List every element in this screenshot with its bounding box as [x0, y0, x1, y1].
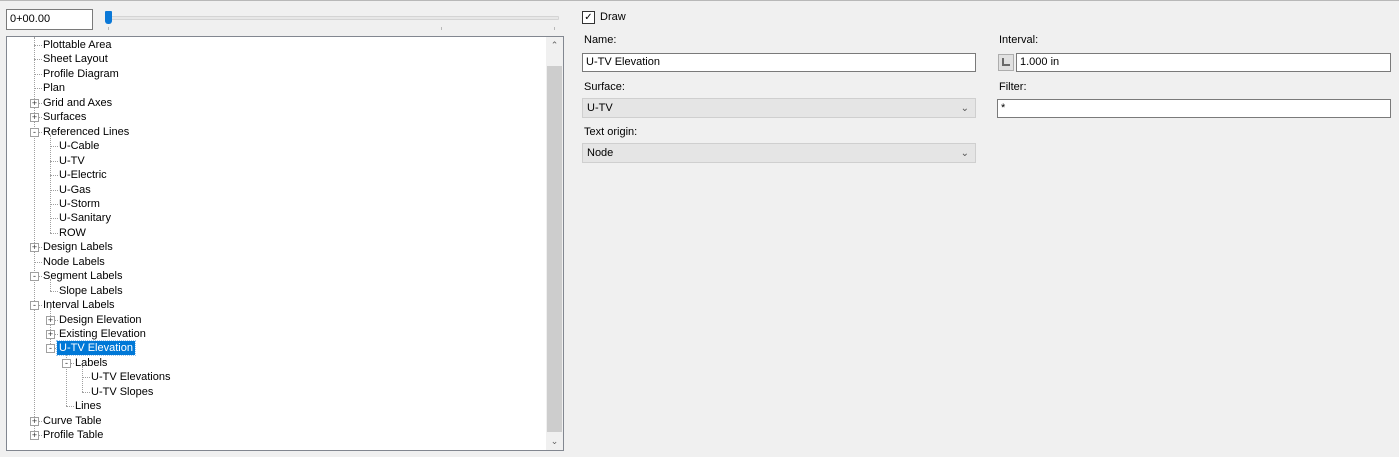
tree-item-label: Labels — [75, 356, 108, 369]
name-label: Name: — [584, 34, 617, 46]
tree-item-label: ROW — [59, 226, 86, 239]
expand-icon[interactable]: + — [30, 243, 39, 253]
tree-item[interactable]: Plan — [41, 81, 67, 95]
tree-item[interactable]: Node Labels — [41, 255, 107, 269]
text-origin-dropdown[interactable]: Node ⌄ — [582, 143, 976, 163]
tree-item[interactable]: Sheet Layout — [41, 52, 110, 66]
collapse-icon[interactable]: - — [46, 344, 55, 354]
tree-item[interactable]: U-Cable — [57, 139, 101, 153]
scrollbar-thumb[interactable] — [547, 66, 562, 432]
tree-item[interactable]: Design Elevation — [57, 313, 144, 327]
tree-item-label: U-Sanitary — [59, 212, 111, 225]
tree-item-label: Node Labels — [43, 255, 105, 268]
tree-item-label: Interval Labels — [43, 299, 115, 312]
surface-label: Surface: — [584, 81, 625, 93]
tree-item-label: U-Storm — [59, 197, 100, 210]
collapse-icon[interactable]: - — [30, 127, 39, 137]
tree-item[interactable]: Interval Labels — [41, 298, 117, 312]
interval-units-button[interactable] — [998, 54, 1014, 71]
tree-item-label: Design Labels — [43, 241, 113, 254]
slider-tick — [108, 27, 109, 30]
tree-item-label: Design Elevation — [59, 313, 142, 326]
slider-tick — [554, 27, 555, 30]
scroll-up-arrow-icon[interactable]: ⌃ — [546, 37, 563, 54]
expand-icon[interactable]: + — [30, 416, 39, 426]
tree-item[interactable]: Profile Table — [41, 428, 105, 442]
tree-item-label: U-TV Slopes — [91, 385, 154, 398]
tree-item-label: U-Cable — [59, 140, 100, 153]
tree-item-label: Profile Diagram — [43, 67, 119, 80]
station-slider-thumb[interactable] — [105, 11, 112, 24]
text-origin-label: Text origin: — [584, 126, 638, 138]
filter-label: Filter: — [999, 81, 1027, 93]
tree-item[interactable]: U-TV Elevations — [89, 370, 172, 384]
tree-item[interactable]: Design Labels — [41, 240, 115, 254]
station-input[interactable]: 0+00.00 — [6, 9, 93, 30]
tree-vertical-scrollbar[interactable]: ⌃ ⌄ — [546, 37, 563, 450]
tree-item[interactable]: U-TV — [57, 154, 87, 168]
tree-item-label: U-Gas — [59, 183, 91, 196]
filter-field[interactable]: * — [997, 99, 1391, 118]
tree-item-label: Plan — [43, 82, 66, 95]
tree-item[interactable]: U-Storm — [57, 197, 102, 211]
tree-item[interactable]: Profile Diagram — [41, 67, 121, 81]
interval-field[interactable]: 1.000 in — [1016, 53, 1391, 72]
tree-item[interactable]: U-TV Slopes — [89, 385, 155, 399]
tree-item[interactable]: U-Gas — [57, 183, 93, 197]
draw-label: Draw — [600, 11, 626, 23]
collapse-icon[interactable]: - — [62, 358, 71, 368]
tree-item-label: Lines — [75, 400, 102, 413]
tree-item-label: Segment Labels — [43, 270, 123, 283]
tree-item-label: U-TV — [59, 154, 85, 167]
expand-icon[interactable]: + — [46, 315, 55, 325]
tree-item-label: U-TV Elevations — [91, 371, 171, 384]
tree-item-label: Existing Elevation — [59, 328, 146, 340]
tree-item-label: Grid and Axes — [43, 96, 113, 109]
tree-item-label: U-TV Elevation — [56, 340, 136, 357]
layer-tree[interactable]: Plottable Area Sheet Layout Profile Diagra… — [6, 36, 564, 451]
tree-item-label: Surfaces — [43, 111, 87, 124]
station-slider-track[interactable] — [106, 16, 559, 20]
tree-item[interactable]: Surfaces — [41, 110, 88, 124]
tree-item[interactable]: Labels — [73, 356, 109, 370]
tree-item[interactable]: Referenced Lines — [41, 125, 131, 139]
tree-item[interactable]: Slope Labels — [57, 284, 125, 298]
ruler-icon — [1002, 58, 1010, 66]
chevron-down-icon: ⌄ — [960, 103, 969, 114]
tree-item[interactable]: Grid and Axes — [41, 96, 114, 110]
tree-item-label: U-Electric — [59, 169, 107, 182]
tree-item-label: Profile Table — [43, 429, 104, 442]
tree-item[interactable]: U-Sanitary — [57, 211, 113, 225]
interval-label: Interval: — [999, 34, 1039, 46]
tree-item[interactable]: Segment Labels — [41, 269, 125, 283]
expand-icon[interactable]: + — [30, 431, 39, 441]
tree-item-label: Curve Table — [43, 414, 102, 427]
tree-item[interactable]: U-TV Elevation — [56, 340, 136, 357]
tree-item[interactable]: Existing Elevation — [57, 327, 148, 341]
top-divider — [0, 0, 1399, 1]
tree-connector — [34, 37, 35, 436]
expand-icon[interactable]: + — [46, 330, 55, 339]
surface-dropdown[interactable]: U-TV ⌄ — [582, 98, 976, 118]
collapse-icon[interactable]: - — [30, 272, 39, 282]
name-field[interactable]: U-TV Elevation — [582, 53, 976, 72]
draw-checkbox[interactable]: ✓ — [582, 11, 595, 24]
tree-item[interactable]: Curve Table — [41, 414, 104, 428]
tree-item[interactable]: Lines — [73, 399, 103, 413]
expand-icon[interactable]: + — [30, 113, 39, 123]
scroll-down-arrow-icon[interactable]: ⌄ — [546, 433, 563, 450]
tree-item-label: Referenced Lines — [43, 125, 130, 138]
tree-item[interactable]: ROW — [57, 226, 88, 240]
tree-item-label: Sheet Layout — [43, 53, 108, 66]
tree-item[interactable]: Plottable Area — [41, 38, 114, 52]
tree-item-label: Plottable Area — [43, 39, 112, 51]
expand-icon[interactable]: + — [30, 98, 39, 108]
surface-value: U-TV — [587, 102, 613, 114]
chevron-down-icon: ⌄ — [960, 148, 969, 159]
tree-item-label: Slope Labels — [59, 284, 123, 297]
tree-item[interactable]: U-Electric — [57, 168, 109, 182]
text-origin-value: Node — [587, 147, 614, 159]
collapse-icon[interactable]: - — [30, 301, 39, 311]
slider-tick — [441, 27, 442, 30]
